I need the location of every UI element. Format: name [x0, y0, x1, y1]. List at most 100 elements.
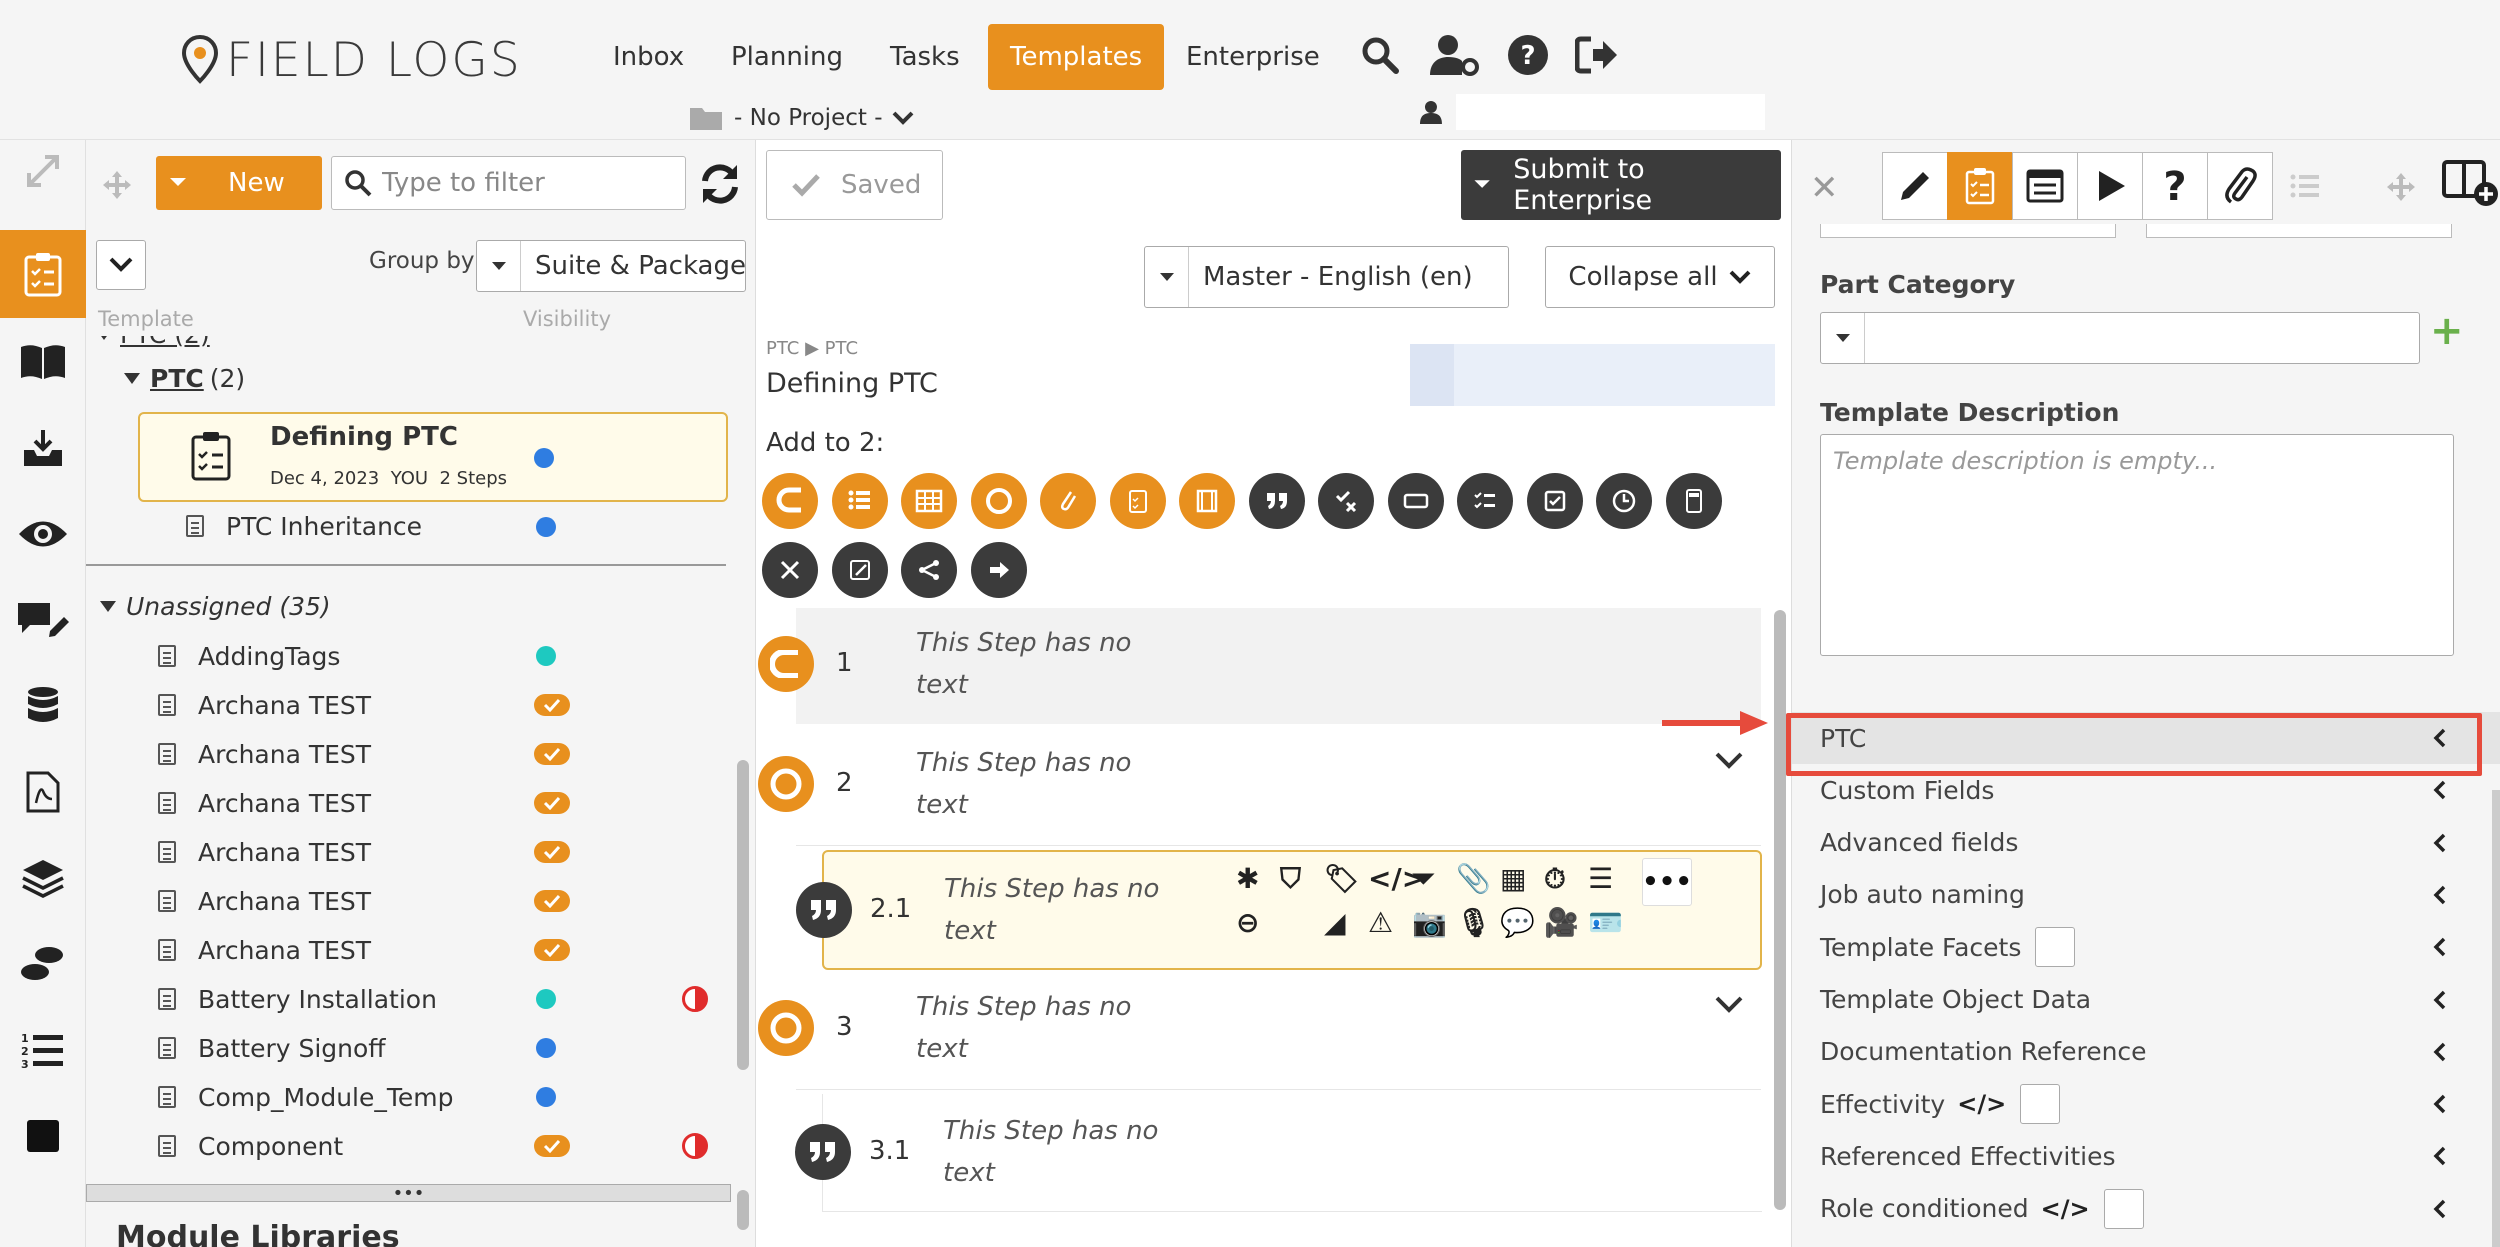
- language-select[interactable]: Master - English (en): [1144, 246, 1509, 308]
- pdf-file-icon[interactable]: [0, 752, 86, 832]
- section-effectivity[interactable]: Effectivity </>: [1792, 1078, 2500, 1130]
- branch-step-icon[interactable]: [901, 542, 957, 598]
- project-selector[interactable]: - No Project -: [688, 100, 915, 136]
- search-icon[interactable]: [1355, 30, 1405, 80]
- chevron-left-icon[interactable]: [2432, 1144, 2448, 1168]
- section-template-facets[interactable]: Template Facets: [1792, 921, 2500, 973]
- section-advanced-fields[interactable]: Advanced fields: [1792, 817, 2500, 869]
- grid-icon[interactable]: ▦: [1500, 862, 1526, 895]
- inbox-download-icon[interactable]: [0, 408, 86, 488]
- paperclip-icon[interactable]: [2207, 152, 2273, 220]
- id-card-icon[interactable]: 🪪: [1588, 906, 1623, 939]
- section-documentation-reference[interactable]: Documentation Reference: [1792, 1026, 2500, 1078]
- chevron-left-icon[interactable]: [2432, 883, 2448, 907]
- nav-planning[interactable]: Planning: [713, 24, 861, 90]
- chevron-down-icon[interactable]: [1714, 746, 1744, 776]
- help-question-icon[interactable]: ?: [2142, 152, 2208, 220]
- more-options-icon[interactable]: •••: [1642, 858, 1692, 906]
- table-step-icon[interactable]: [901, 473, 957, 529]
- database-icon[interactable]: ☰: [1588, 862, 1613, 895]
- logout-icon[interactable]: [1572, 30, 1622, 80]
- multi-check-step-icon[interactable]: [1457, 473, 1513, 529]
- section-job-auto-naming[interactable]: Job auto naming: [1792, 869, 2500, 921]
- vertical-scrollbar[interactable]: [737, 760, 749, 1070]
- section-checkbox[interactable]: [2020, 1084, 2061, 1125]
- tree-item[interactable]: Archana TEST: [158, 685, 371, 725]
- tree-item[interactable]: Battery Signoff: [158, 1028, 386, 1068]
- section-referenced-effectivities[interactable]: Referenced Effectivities: [1792, 1130, 2500, 1182]
- tree-folder-ptc[interactable]: PTC (2): [124, 358, 245, 398]
- group-by-select[interactable]: Suite & Package: [476, 240, 746, 292]
- start-step-icon[interactable]: [762, 473, 818, 529]
- collapse-all-button[interactable]: Collapse all: [1545, 246, 1775, 308]
- section-checkbox[interactable]: [2035, 927, 2076, 968]
- clock-step-icon[interactable]: [1596, 473, 1652, 529]
- slash-icon[interactable]: ◢: [1324, 906, 1346, 939]
- comments-edit-icon[interactable]: [0, 580, 86, 660]
- stopwatch-icon[interactable]: ⏱: [1544, 862, 1566, 896]
- tree-item[interactable]: Archana TEST: [158, 930, 371, 970]
- tree-group-ptc-parent[interactable]: PTC (2): [96, 336, 210, 354]
- filter-icon[interactable]: ⏷: [1412, 862, 1434, 896]
- report-list-icon[interactable]: [2012, 152, 2078, 220]
- nav-tasks[interactable]: Tasks: [872, 24, 978, 90]
- part-category-select[interactable]: [1820, 312, 2420, 364]
- arrow-right-step-icon[interactable]: [970, 542, 1027, 598]
- chevron-down-icon[interactable]: [1714, 990, 1744, 1020]
- refresh-icon[interactable]: [694, 158, 746, 210]
- signature-step-icon[interactable]: [831, 542, 888, 598]
- app-logo[interactable]: FIELD LOGS: [182, 30, 522, 90]
- nav-templates[interactable]: Templates: [988, 24, 1165, 90]
- tree-group-unassigned[interactable]: Unassigned (35): [100, 586, 331, 626]
- section-checkbox[interactable]: [2103, 1188, 2144, 1229]
- shield-icon[interactable]: ⛉: [1280, 862, 1301, 896]
- step-row-3[interactable]: 3 This Step has no text: [758, 972, 1761, 1090]
- circle-step-icon[interactable]: [970, 473, 1027, 529]
- warning-icon[interactable]: ⚠: [1368, 906, 1393, 939]
- database-icon[interactable]: [0, 666, 86, 746]
- chevron-left-icon[interactable]: [2432, 988, 2448, 1012]
- help-icon[interactable]: ?: [1503, 30, 1553, 80]
- saved-button[interactable]: Saved: [766, 150, 943, 220]
- add-panel-icon[interactable]: [2442, 158, 2500, 208]
- title-dropdown[interactable]: [1410, 344, 1775, 406]
- chevron-left-icon[interactable]: [2432, 778, 2448, 802]
- video-icon[interactable]: 🎥: [1544, 906, 1579, 939]
- calculator-step-icon[interactable]: [1665, 473, 1722, 529]
- expand-toggle-button[interactable]: [96, 240, 146, 290]
- submit-to-enterprise-button[interactable]: Submit to Enterprise: [1461, 150, 1781, 220]
- asterisk-icon[interactable]: ✱: [1236, 862, 1259, 895]
- move-icon[interactable]: [102, 170, 132, 200]
- comment-icon[interactable]: 💬: [1500, 906, 1535, 939]
- chevron-left-icon[interactable]: [2432, 1197, 2448, 1221]
- list-step-icon[interactable]: [831, 473, 888, 529]
- horizontal-scrollbar[interactable]: •••: [86, 1183, 731, 1204]
- tree-item[interactable]: Archana TEST: [158, 832, 371, 872]
- move-icon[interactable]: [2386, 172, 2416, 202]
- tree-item[interactable]: Archana TEST: [158, 734, 371, 774]
- step-row-3-1[interactable]: 3.1 This Step has no text: [795, 1094, 1762, 1212]
- attach-step-icon[interactable]: [1040, 473, 1096, 529]
- section-role-conditioned[interactable]: Role conditioned </>: [1792, 1183, 2500, 1235]
- checkbox-step-icon[interactable]: [1526, 473, 1583, 529]
- camera-icon[interactable]: 📷: [1412, 906, 1447, 939]
- edit-pencil-icon[interactable]: [1882, 152, 1948, 220]
- input-field-step-icon[interactable]: [1387, 473, 1444, 529]
- tree-item[interactable]: Archana TEST: [158, 783, 371, 823]
- step-row-2-1[interactable]: 2.1 This Step has no text ✱ ⛉ 🏷 </> ⏷ 📎 ▦ ⏱ ☰ ⊖ ◢ ⚠…: [796, 850, 1762, 970]
- vertical-scrollbar[interactable]: [2492, 790, 2500, 1247]
- section-template-object-data[interactable]: Template Object Data: [1792, 974, 2500, 1026]
- film-step-icon[interactable]: [1179, 473, 1235, 529]
- check-cross-step-icon[interactable]: [1318, 473, 1374, 529]
- eye-icon[interactable]: [0, 494, 86, 574]
- minus-circle-icon[interactable]: ⊖: [1236, 906, 1259, 939]
- step-row-2[interactable]: 2 This Step has no text: [758, 728, 1761, 846]
- add-part-category-icon[interactable]: +: [2430, 308, 2464, 354]
- chevron-left-icon[interactable]: [2432, 1092, 2448, 1116]
- chevron-left-icon[interactable]: [2432, 831, 2448, 855]
- new-template-button[interactable]: New: [156, 156, 322, 210]
- stop-square-icon[interactable]: [0, 1096, 86, 1176]
- play-icon[interactable]: [2077, 152, 2143, 220]
- tree-item[interactable]: Archana TEST: [158, 881, 371, 921]
- nav-enterprise[interactable]: Enterprise: [1168, 24, 1338, 90]
